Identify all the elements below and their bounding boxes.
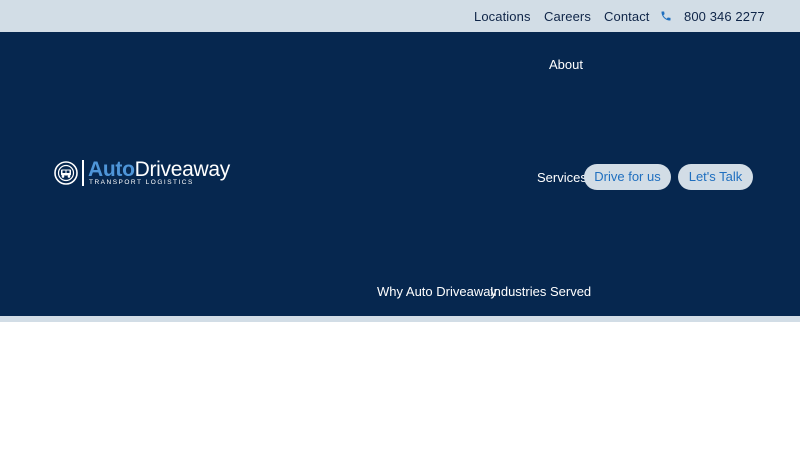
locations-link[interactable]: Locations: [474, 9, 531, 24]
logo-divider: [82, 160, 84, 186]
lets-talk-button[interactable]: Let's Talk: [678, 164, 753, 190]
top-utility-bar: Locations Careers Contact 800 346 2277: [0, 0, 800, 32]
logo-tagline: TRANSPORT LOGISTICS: [89, 179, 194, 186]
logo-word-driveaway: Driveaway: [134, 158, 231, 181]
phone-number-link[interactable]: 800 346 2277: [684, 9, 765, 24]
careers-link[interactable]: Careers: [544, 9, 591, 24]
logo-word-auto: Auto: [88, 158, 135, 181]
site-logo[interactable]: AutoDriveaway TRANSPORT LOGISTICS: [54, 158, 236, 190]
contact-link[interactable]: Contact: [604, 9, 650, 24]
drive-for-us-button[interactable]: Drive for us: [584, 164, 671, 190]
nav-industries-served[interactable]: Industries Served: [490, 284, 591, 299]
nav-bottom-stripe: [0, 316, 800, 322]
nav-why-auto-driveaway[interactable]: Why Auto Driveaway: [377, 284, 497, 299]
nav-services[interactable]: Services: [537, 170, 587, 185]
phone-icon: [661, 11, 671, 21]
nav-about[interactable]: About: [549, 57, 583, 72]
truck-emblem-icon: [54, 161, 78, 185]
